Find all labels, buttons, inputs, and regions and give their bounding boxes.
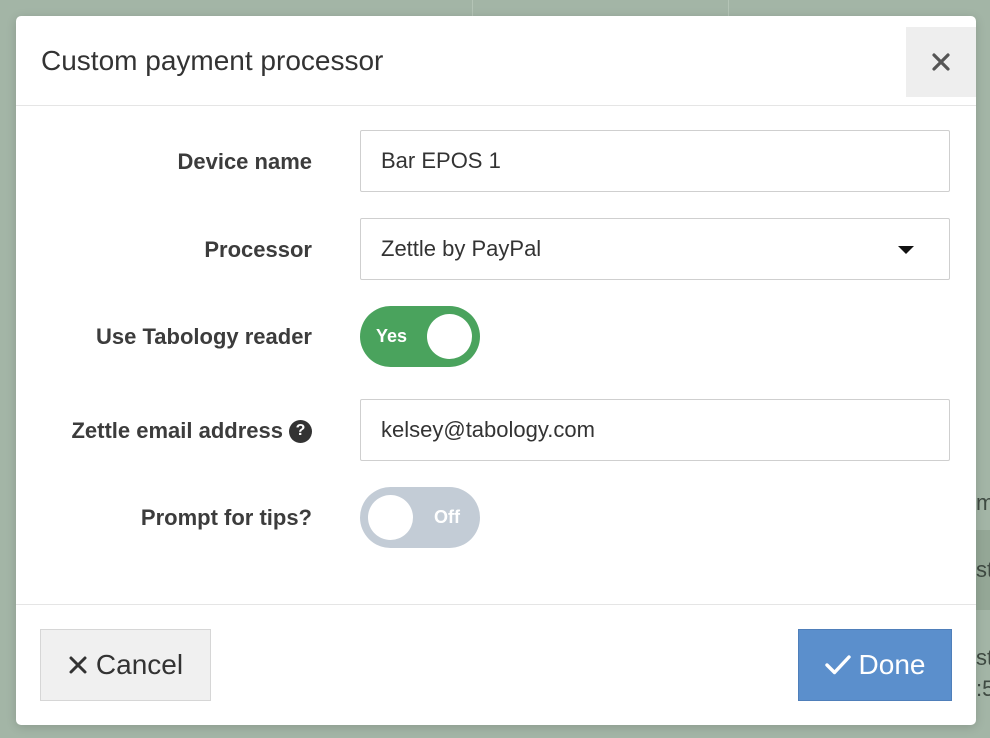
- toggle-knob: [368, 495, 413, 540]
- processor-label: Processor: [204, 237, 312, 262]
- done-button[interactable]: Done: [798, 629, 952, 701]
- zettle-email-label: Zettle email address: [71, 418, 283, 443]
- backdrop-text: m: [976, 490, 990, 515]
- modal-header: Custom payment processor: [16, 16, 976, 106]
- caret-down-icon: [898, 246, 914, 254]
- help-icon[interactable]: ?: [289, 419, 312, 443]
- modal-title: Custom payment processor: [41, 45, 384, 76]
- backdrop-text: st: [976, 645, 990, 670]
- zettle-email-label-group: Zettle email address ?: [71, 417, 312, 445]
- toggle-state-label: Off: [434, 507, 460, 527]
- close-icon: [932, 53, 950, 71]
- prompt-tips-label: Prompt for tips?: [140, 505, 312, 530]
- zettle-email-input[interactable]: [360, 399, 950, 461]
- processor-select[interactable]: Zettle by PayPal: [360, 218, 950, 280]
- use-reader-label: Use Tabology reader: [96, 324, 312, 349]
- toggle-state-label: Yes: [376, 326, 408, 346]
- backdrop-text: :5: [976, 676, 990, 701]
- cancel-button-label: Cancel: [95, 649, 184, 680]
- device-name-label: Device name: [177, 149, 312, 174]
- modal-footer: Cancel Done: [16, 604, 976, 725]
- cancel-button[interactable]: Cancel: [40, 629, 211, 701]
- device-name-row: Device name: [16, 130, 976, 194]
- close-button[interactable]: [906, 27, 976, 97]
- processor-row: Processor Zettle by PayPal: [16, 218, 976, 282]
- zettle-email-row: Zettle email address ?: [16, 399, 976, 463]
- backdrop-divider: [728, 0, 729, 16]
- backdrop-divider: [472, 0, 473, 16]
- prompt-tips-row: Prompt for tips? Off: [16, 487, 976, 548]
- processor-selected-value: Zettle by PayPal: [381, 236, 542, 261]
- toggle-knob: [427, 314, 472, 359]
- x-icon: [69, 656, 87, 674]
- backdrop-text: st: [976, 557, 990, 582]
- done-button-label: Done: [858, 649, 926, 680]
- use-reader-row: Use Tabology reader Yes: [16, 306, 976, 367]
- checkmark-icon: [824, 655, 851, 675]
- custom-payment-processor-dialog: Custom payment processor Device name Pro…: [16, 16, 976, 725]
- use-reader-toggle[interactable]: Yes: [360, 306, 480, 367]
- device-name-input[interactable]: [360, 130, 950, 192]
- prompt-tips-toggle[interactable]: Off: [360, 487, 480, 548]
